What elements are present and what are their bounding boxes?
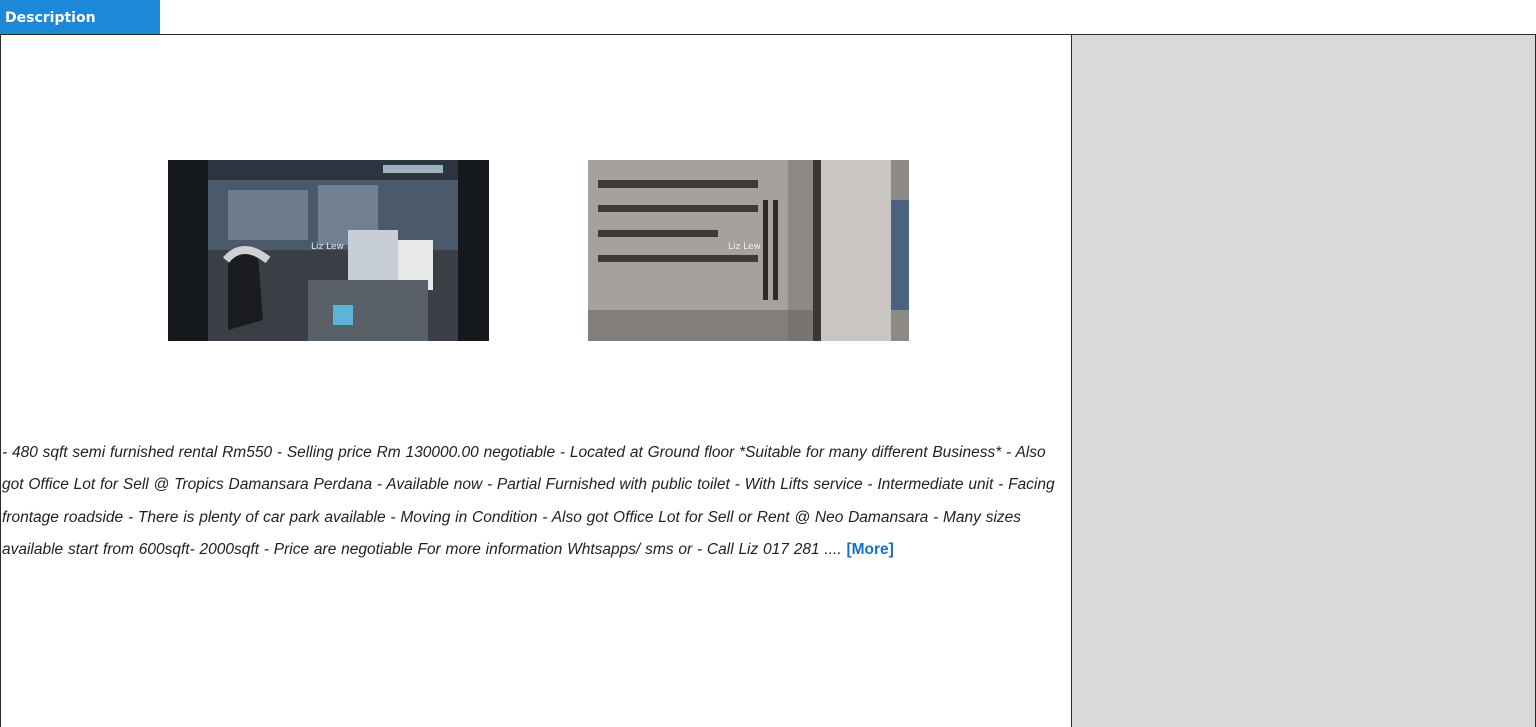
- listing-description: - 480 sqft semi furnished rental Rm550 -…: [0, 437, 1064, 567]
- listing-photo-office[interactable]: Liz Lew: [168, 160, 489, 341]
- listing-photo-glass-door[interactable]: Liz Lew: [588, 160, 909, 341]
- photo-watermark: Liz Lew: [311, 242, 344, 252]
- description-panel: [0, 34, 1071, 727]
- more-link[interactable]: [More]: [846, 541, 893, 558]
- tab-description[interactable]: Description: [0, 0, 160, 34]
- photo-watermark: Liz Lew: [728, 242, 761, 252]
- description-text: - 480 sqft semi furnished rental Rm550 -…: [2, 444, 1055, 559]
- side-panel: [1071, 34, 1536, 727]
